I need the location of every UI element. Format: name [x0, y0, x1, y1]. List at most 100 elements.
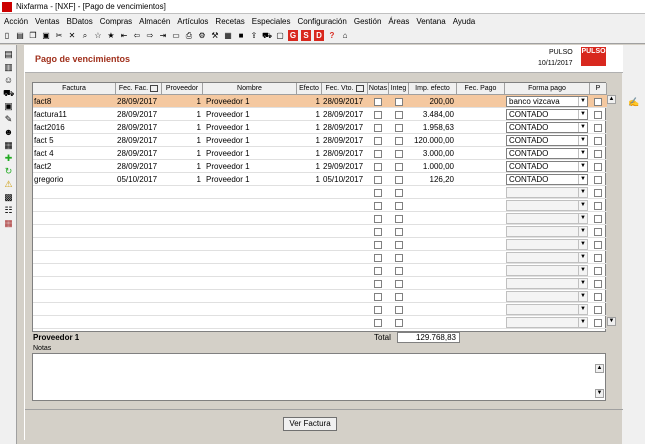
cell-efecto[interactable]	[298, 225, 320, 238]
cell-nombre[interactable]: Proveedor 1	[206, 108, 296, 121]
p-checkbox[interactable]	[594, 202, 602, 210]
p-checkbox[interactable]	[594, 215, 602, 223]
cell-fec-vto[interactable]	[323, 290, 367, 303]
cell-fec-pago[interactable]	[458, 186, 503, 199]
edit-document-icon[interactable]: ✍	[628, 97, 639, 107]
integ-checkbox[interactable]	[395, 124, 403, 132]
col-fec-pago[interactable]: Fec. Pago	[457, 83, 505, 95]
integ-checkbox[interactable]	[395, 267, 403, 275]
user-icon[interactable]: ☺	[3, 75, 14, 85]
menu-recetas[interactable]: Recetas	[215, 17, 244, 26]
cell-fec-fac[interactable]: 28/09/2017	[117, 160, 161, 173]
table-row[interactable]: factura11 28/09/2017 1 Proveedor 1 1 28/09/20…	[33, 108, 607, 121]
cell-imp-efecto[interactable]	[410, 251, 454, 264]
cell-nombre[interactable]: Proveedor 1	[206, 173, 296, 186]
forma-pago-select[interactable]: CONTADO ▼	[506, 161, 588, 172]
cell-fec-vto[interactable]	[323, 199, 367, 212]
table-row[interactable]: ▼	[33, 238, 607, 251]
cell-nombre[interactable]: Proveedor 1	[206, 147, 296, 160]
forma-pago-select[interactable]: ▼	[506, 252, 588, 263]
cell-fec-pago[interactable]	[458, 199, 503, 212]
dropdown-arrow-icon[interactable]: ▼	[578, 97, 587, 106]
menu-ventana[interactable]: Ventana	[416, 17, 445, 26]
cell-fec-fac[interactable]: 28/09/2017	[117, 95, 161, 108]
p-checkbox[interactable]	[594, 137, 602, 145]
p-checkbox[interactable]	[594, 98, 602, 106]
g-button[interactable]: G	[288, 30, 298, 41]
notas-checkbox[interactable]	[374, 202, 382, 210]
sales-icon[interactable]: ▤	[3, 49, 14, 59]
table-row[interactable]: fact 4 28/09/2017 1 Proveedor 1 1 28/09/2017 3…	[33, 147, 607, 160]
cell-imp-efecto[interactable]: 3.000,00	[410, 147, 454, 160]
cell-nombre[interactable]	[206, 290, 296, 303]
cell-fec-fac[interactable]	[117, 212, 161, 225]
cell-proveedor[interactable]: 1	[163, 160, 201, 173]
cell-factura[interactable]	[34, 186, 116, 199]
col-fec-vto[interactable]: Fec. Vto.	[322, 83, 368, 95]
cell-nombre[interactable]	[206, 264, 296, 277]
cell-fec-fac[interactable]: 28/09/2017	[117, 147, 161, 160]
col-notas[interactable]: Notas	[368, 83, 389, 95]
cell-nombre[interactable]	[206, 277, 296, 290]
cell-nombre[interactable]	[206, 186, 296, 199]
d-button[interactable]: D	[314, 30, 324, 41]
forma-pago-select[interactable]: ▼	[506, 304, 588, 315]
window-icon[interactable]: ▢	[275, 31, 285, 41]
cell-fec-pago[interactable]	[458, 238, 503, 251]
forma-pago-select[interactable]: ▼	[506, 239, 588, 250]
menu-almacen[interactable]: Almacén	[139, 17, 170, 26]
integ-checkbox[interactable]	[395, 98, 403, 106]
stop-icon[interactable]: ■	[236, 31, 246, 41]
cell-fec-vto[interactable]	[323, 251, 367, 264]
cell-fec-pago[interactable]	[458, 225, 503, 238]
home-icon[interactable]: ⌂	[340, 31, 350, 41]
cell-efecto[interactable]: 1	[298, 95, 320, 108]
cell-nombre[interactable]	[206, 225, 296, 238]
gift-icon[interactable]: ▩	[3, 192, 14, 202]
cell-fec-fac[interactable]	[117, 199, 161, 212]
delete-icon[interactable]: ✕	[67, 31, 77, 41]
cell-nombre[interactable]	[206, 251, 296, 264]
print-preview-icon[interactable]: ▭	[171, 31, 181, 41]
notas-scroll-down-icon[interactable]: ▼	[595, 389, 604, 398]
cell-nombre[interactable]: Proveedor 1	[206, 121, 296, 134]
notas-checkbox[interactable]	[374, 150, 382, 158]
cell-factura[interactable]	[34, 290, 116, 303]
cell-fec-pago[interactable]	[458, 108, 503, 121]
cell-proveedor[interactable]	[163, 316, 201, 329]
last-icon[interactable]: ⇥	[158, 31, 168, 41]
plus-icon[interactable]: ✚	[3, 153, 14, 163]
cell-efecto[interactable]	[298, 212, 320, 225]
cell-fec-pago[interactable]	[458, 303, 503, 316]
col-efecto[interactable]: Efecto	[297, 83, 322, 95]
calendar-icon[interactable]	[150, 84, 159, 92]
cell-imp-efecto[interactable]: 126,20	[410, 173, 454, 186]
integ-checkbox[interactable]	[395, 163, 403, 171]
p-checkbox[interactable]	[594, 163, 602, 171]
cell-imp-efecto[interactable]	[410, 238, 454, 251]
table-row[interactable]: ▼	[33, 186, 607, 199]
menu-bdatos[interactable]: BDatos	[66, 17, 92, 26]
next-icon[interactable]: ⇨	[145, 31, 155, 41]
col-forma-pago[interactable]: Forma pago	[505, 83, 590, 95]
p-checkbox[interactable]	[594, 124, 602, 132]
col-imp-efecto[interactable]: Imp. efecto	[409, 83, 457, 95]
table-row[interactable]: ▼	[33, 212, 607, 225]
cell-fec-vto[interactable]: 28/09/2017	[323, 121, 367, 134]
table-row[interactable]: fact2 28/09/2017 1 Proveedor 1 1 29/09/2017 1.…	[33, 160, 607, 173]
integ-checkbox[interactable]	[395, 280, 403, 288]
notas-textarea[interactable]: ▲ ▼	[32, 353, 606, 401]
cell-nombre[interactable]	[206, 212, 296, 225]
cart-icon[interactable]: ⛟	[3, 88, 14, 98]
menu-accion[interactable]: Acción	[4, 17, 28, 26]
cell-factura[interactable]: fact2	[34, 160, 116, 173]
cell-nombre[interactable]	[206, 316, 296, 329]
copy-icon[interactable]: ❐	[28, 31, 38, 41]
cell-proveedor[interactable]	[163, 264, 201, 277]
cell-fec-vto[interactable]	[323, 238, 367, 251]
forma-pago-select[interactable]: ▼	[506, 317, 588, 328]
p-checkbox[interactable]	[594, 111, 602, 119]
p-checkbox[interactable]	[594, 280, 602, 288]
cell-factura[interactable]	[34, 316, 116, 329]
cell-imp-efecto[interactable]	[410, 316, 454, 329]
